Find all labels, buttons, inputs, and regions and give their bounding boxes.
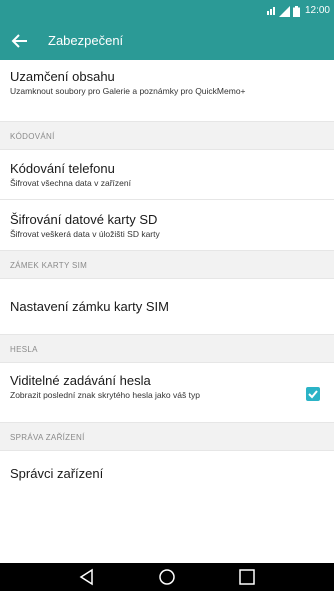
item-title: Uzamčení obsahu <box>10 69 115 84</box>
network-type-icon <box>266 6 276 16</box>
section-header-device-admin: SPRÁVA ZAŘÍZENÍ <box>0 423 334 451</box>
visible-password-checkbox[interactable] <box>306 387 320 401</box>
item-title: Nastavení zámku karty SIM <box>10 299 169 314</box>
status-bar: 12:00 <box>0 0 334 22</box>
circle-home-icon[interactable] <box>158 568 176 586</box>
item-title: Správci zařízení <box>10 466 104 481</box>
list-item-device-admins[interactable]: Správci zařízení <box>0 451 334 507</box>
section-header-sim-lock: ZÁMEK KARTY SIM <box>0 251 334 279</box>
item-subtitle: Uzamknout soubory pro Galerie a poznámky… <box>10 86 246 96</box>
status-time: 12:00 <box>304 5 330 16</box>
list-item-sim-lock-settings[interactable]: Nastavení zámku karty SIM <box>0 279 334 335</box>
item-subtitle: Šifrovat všechna data v zařízení <box>10 178 131 188</box>
list-item-visible-password[interactable]: Viditelné zadávání hesla Zobrazit posled… <box>0 363 334 423</box>
item-title: Viditelné zadávání hesla <box>10 373 151 388</box>
section-header-encryption: KÓDOVÁNÍ <box>0 122 334 150</box>
screen: 12:00 Zabezpečení Uzamčení obsahu Uzamkn… <box>0 0 334 591</box>
settings-list: Uzamčení obsahu Uzamknout soubory pro Ga… <box>0 60 334 563</box>
item-title: Šifrování datové karty SD <box>10 212 158 227</box>
triangle-back-icon[interactable] <box>78 568 96 586</box>
section-label: KÓDOVÁNÍ <box>10 132 55 141</box>
app-bar: Zabezpečení <box>0 22 334 60</box>
nav-bar <box>0 563 334 591</box>
section-header-passwords: HESLA <box>0 335 334 363</box>
item-subtitle: Šifrovat veškerá data v úložišti SD kart… <box>10 229 160 239</box>
item-subtitle: Zobrazit poslední znak skrytého hesla ja… <box>10 390 200 400</box>
battery-icon <box>292 5 300 17</box>
item-title: Kódování telefonu <box>10 161 115 176</box>
check-icon <box>308 390 318 399</box>
page-title: Zabezpečení <box>48 33 124 48</box>
arrow-back-icon[interactable] <box>10 31 30 51</box>
section-label: SPRÁVA ZAŘÍZENÍ <box>10 433 85 442</box>
status-icons: 12:00 <box>266 4 330 18</box>
list-item-content-lock[interactable]: Uzamčení obsahu Uzamknout soubory pro Ga… <box>0 60 334 122</box>
section-label: ZÁMEK KARTY SIM <box>10 261 88 270</box>
section-label: HESLA <box>10 345 38 354</box>
list-item-phone-encryption[interactable]: Kódování telefonu Šifrovat všechna data … <box>0 150 334 200</box>
list-item-sd-encryption[interactable]: Šifrování datové karty SD Šifrovat veške… <box>0 200 334 251</box>
square-recents-icon[interactable] <box>238 568 256 586</box>
signal-icon <box>278 5 290 17</box>
